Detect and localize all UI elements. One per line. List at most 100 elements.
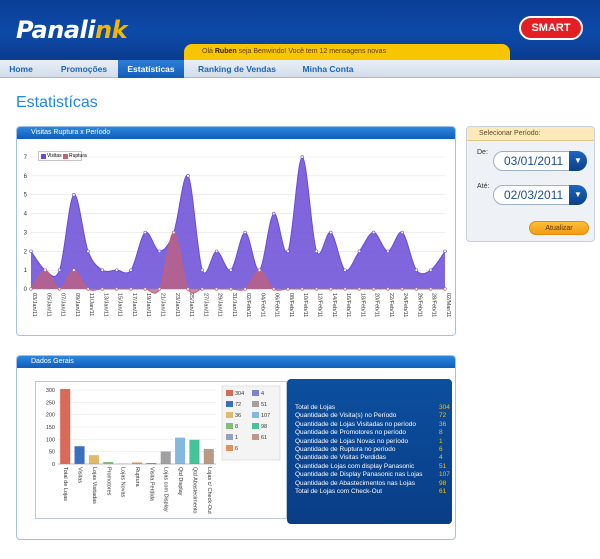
x-tick-label: 04/Feb/11: [259, 293, 265, 317]
period-panel-header: Selecionar Período:: [467, 127, 594, 141]
to-date-field[interactable]: 02/03/2011 ▼: [493, 185, 587, 205]
x-tick-label: 07/Jan/11: [60, 293, 66, 317]
data-point-visitas: [229, 268, 233, 272]
stat-row: Quantidade de Display Panasonic nas Loja…: [295, 471, 450, 479]
x-tick-label: Lojas com Display: [163, 467, 169, 512]
stat-value: 6: [439, 446, 443, 453]
x-tick-label: 10/Feb/11: [302, 293, 308, 317]
x-tick-label: Promotores: [105, 467, 111, 496]
bar: [160, 451, 171, 464]
stat-value: 61: [439, 488, 447, 495]
x-tick-label: Total de Lojas: [62, 467, 68, 501]
x-tick-label: 20/Feb/11: [374, 293, 380, 317]
from-date-field[interactable]: 03/01/2011 ▼: [493, 151, 587, 171]
x-tick-label: 06/Feb/11: [274, 293, 280, 317]
legend-swatch: [226, 445, 233, 451]
legend-label: 98: [261, 424, 267, 430]
legend-swatch: [252, 423, 259, 429]
legend-label: 6: [235, 446, 238, 452]
bar: [189, 439, 200, 464]
legend-label: 4: [261, 391, 264, 397]
series-area-visitas: [31, 157, 445, 289]
chevron-down-icon: ▼: [574, 156, 582, 165]
x-tick-label: 14/Feb/11: [331, 293, 337, 317]
smart-logo-text: SMART: [531, 22, 571, 34]
data-point-visitas: [357, 249, 362, 253]
y-tick-label: 7: [24, 155, 28, 161]
user-name: Ruben: [214, 48, 237, 55]
y-tick-label: 0: [52, 462, 55, 468]
from-date-value: 03/01/2011: [504, 154, 564, 168]
dados-panel-header: Dados Gerais: [17, 356, 455, 368]
stat-value: 1: [439, 437, 443, 445]
y-tick-label: 150: [46, 425, 55, 431]
y-tick-label: 4: [24, 212, 28, 218]
tab-promocoes[interactable]: Promoções: [48, 60, 120, 78]
x-tick-label: 08/Feb/11: [288, 293, 294, 317]
y-tick-label: 2: [24, 249, 28, 255]
x-tick-label: 22/Feb/11: [388, 293, 394, 317]
x-tick-label: 26/Feb/11: [416, 293, 422, 317]
stat-row: Quantidade de Ruptura no período 6: [295, 446, 445, 454]
tab-estatisticas[interactable]: Estatísticas: [118, 60, 184, 78]
legend-ruptura-label: Ruptura: [69, 153, 87, 159]
legend-swatch: [252, 412, 259, 418]
general-bar-chart: 0 50 100 150 200 250 300 Total de Lojas Visitas L…: [46, 385, 281, 514]
data-point-visitas: [443, 249, 447, 253]
data-point-visitas: [129, 268, 133, 272]
visits-chart-panel: Visitas Ruptura x Período 0 1 2 3 4 5 6 7 03/Jan…: [16, 126, 456, 336]
header-bar: Panalink SMART Olá Ruben seja Bemvindo! …: [0, 0, 600, 60]
tab-minha-conta[interactable]: Minha Conta: [290, 60, 366, 78]
x-tick-label: Qtd Display: [177, 467, 183, 496]
bar: [74, 446, 85, 464]
x-tick-label: 24/Feb/11: [402, 293, 408, 317]
data-point-visitas: [371, 230, 376, 235]
chevron-down-icon: ▼: [574, 190, 582, 199]
legend-swatch: [226, 423, 233, 429]
x-tick-label: 12/Feb/11: [317, 293, 323, 317]
x-tick-label: 15/Jan/11: [117, 293, 123, 317]
y-tick-label: 300: [46, 388, 55, 394]
stat-value: 304: [439, 404, 450, 411]
stat-label: Quantidade de Promotores no período: [295, 429, 406, 437]
legend-label: 61: [261, 435, 267, 441]
data-point-visitas: [300, 155, 304, 159]
stat-row: Quantidade Lojas com display Panasonic 51: [295, 463, 446, 471]
welcome-suffix: seja Bemvindo! Você tem 12 mensagens nov…: [238, 48, 387, 55]
tab-home-label: Home: [9, 64, 33, 74]
stat-value: 4: [439, 454, 443, 462]
x-tick-label: 11/Jan/11: [88, 293, 94, 316]
stat-label: Quantidade de Lojas Visitadas no período: [295, 420, 416, 428]
smart-logo: SMART: [519, 16, 583, 40]
stat-row: Total de Lojas com Check-Out 61: [295, 488, 447, 496]
stats-summary-box: Total de Lojas 304 Quantidade de Visita(s)…: [287, 379, 452, 524]
stat-label: Total de Lojas com Check-Out: [295, 488, 383, 495]
stat-value: 107: [439, 471, 450, 479]
tab-home[interactable]: Home: [0, 60, 42, 78]
stat-label: Quantidade de Visitas Perdidas: [295, 454, 386, 462]
y-tick-label: 1: [24, 268, 28, 274]
period-selector-panel: Selecionar Período: De: 03/01/2011 ▼ Até…: [466, 126, 595, 242]
x-tick-label: Lojas Visitadas: [91, 467, 97, 504]
x-tick-label: Ruptura: [134, 467, 140, 488]
atualizar-button[interactable]: Atualizar: [529, 221, 589, 235]
from-label: De:: [477, 149, 488, 156]
data-point-ruptura: [257, 268, 262, 272]
to-date-dropdown-button[interactable]: ▼: [569, 185, 587, 205]
y-tick-label: 0: [24, 287, 28, 293]
panalink-logo[interactable]: Panalink: [16, 16, 128, 44]
data-point-ruptura: [43, 268, 47, 272]
stat-label: Quantidade de Abastecimentos nas Lojas: [295, 479, 415, 487]
stat-row: Quantidade de Visita(s) no Período 72: [295, 412, 446, 420]
x-tick-label: 19/Jan/11: [145, 293, 151, 317]
y-tick-label: 3: [24, 230, 28, 236]
tab-ranking[interactable]: Ranking de Vendas: [192, 60, 282, 78]
from-date-dropdown-button[interactable]: ▼: [569, 151, 587, 171]
y-tick-label: 5: [24, 193, 28, 199]
stat-label: Total de Lojas: [295, 404, 336, 411]
data-point-visitas: [343, 268, 347, 272]
stat-row: Quantidade de Visitas Perdidas 4: [295, 454, 445, 462]
stat-row: Quantidade de Lojas Visitadas no período…: [295, 420, 446, 429]
data-point-ruptura: [72, 268, 76, 272]
dados-panel-title: Dados Gerais: [31, 358, 74, 365]
